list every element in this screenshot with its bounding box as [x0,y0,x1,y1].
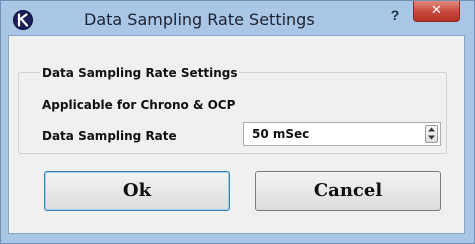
help-button[interactable]: ? [383,4,407,26]
spin-up-icon[interactable] [426,126,437,134]
cancel-button[interactable]: Cancel [255,171,441,211]
sampling-rate-spinbox[interactable]: 50 mSec [243,122,441,146]
sampling-rate-value[interactable]: 50 mSec [252,127,309,141]
applicable-note: Applicable for Chrono & OCP [42,98,236,112]
groupbox-title: Data Sampling Rate Settings [40,66,240,80]
title-bar[interactable]: Data Sampling Rate Settings ? ✕ [1,1,474,35]
sampling-rate-label: Data Sampling Rate [42,129,177,143]
window-title: Data Sampling Rate Settings [84,10,315,29]
help-icon: ? [390,7,400,23]
close-icon: ✕ [431,3,442,18]
spin-arrows [425,125,438,143]
k-logo-icon [13,10,33,30]
ok-button[interactable]: Ok [44,171,230,211]
close-button[interactable]: ✕ [413,1,460,22]
spin-down-icon[interactable] [426,134,437,142]
